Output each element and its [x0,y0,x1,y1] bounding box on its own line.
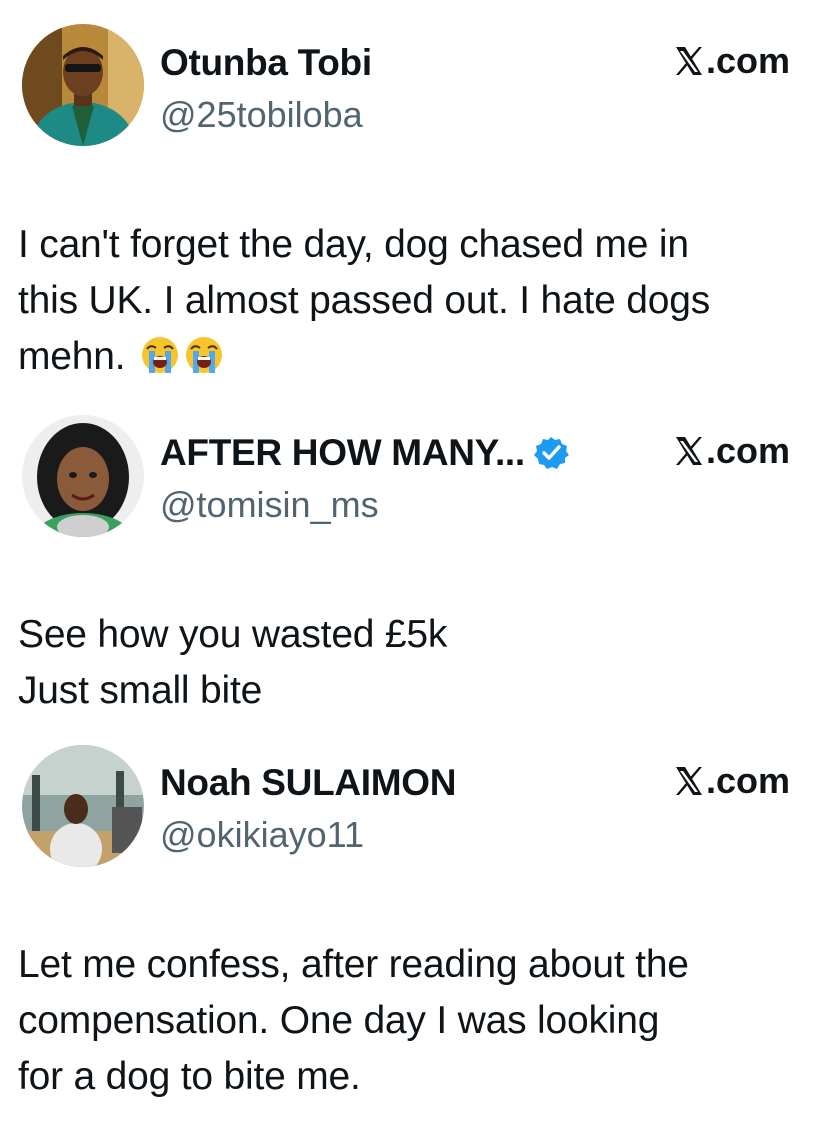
display-name[interactable]: Otunba Tobi [160,42,372,84]
post-text-line: this UK. I almost passed out. I hate dog… [18,279,711,322]
post-text: Let me confess, after reading about the … [18,937,818,1105]
source-label[interactable]: .com [674,760,790,802]
loudly-crying-face-icon [140,335,180,375]
handle[interactable]: @tomisin_ms [160,484,379,526]
x-logo-icon [674,765,704,797]
avatar[interactable] [22,745,144,867]
name-row: AFTER HOW MANY... [160,428,569,478]
handle[interactable]: @25tobiloba [160,94,363,136]
post-2: AFTER HOW MANY... @tomisin_ms .com See h… [0,400,826,730]
post-3: Noah SULAIMON @okikiayo11 .com Let me co… [0,730,826,1144]
source-text: .com [705,760,790,801]
display-name[interactable]: AFTER HOW MANY... [160,432,525,474]
name-row: Otunba Tobi [160,38,372,88]
post-text-line: Just small bite [18,669,263,712]
post-text-line: I can't forget the day, dog chased me in [18,223,689,266]
post-text: I can't forget the day, dog chased me in… [18,217,818,385]
x-logo-icon [674,45,704,77]
post-text-line: See how you wasted £5k [18,613,448,656]
post-text-line: compensation. One day I was looking [18,999,660,1042]
verified-badge-icon [533,435,569,471]
avatar[interactable] [22,24,144,146]
post-text-line: mehn. [18,335,126,378]
source-text: .com [705,40,790,81]
avatar[interactable] [22,415,144,537]
x-logo-icon [674,435,704,467]
loudly-crying-face-icon [184,335,224,375]
source-label[interactable]: .com [674,430,790,472]
post-text: See how you wasted £5k Just small bite [18,607,818,719]
post-1: Otunba Tobi @25tobiloba .com I can't for… [0,0,826,400]
post-text-line: for a dog to bite me. [18,1055,361,1098]
source-text: .com [705,430,790,471]
post-text-line-with-emoji: mehn. [18,329,818,385]
handle[interactable]: @okikiayo11 [160,814,364,856]
name-row: Noah SULAIMON [160,758,457,808]
source-label[interactable]: .com [674,40,790,82]
post-text-line: Let me confess, after reading about the [18,943,689,986]
display-name[interactable]: Noah SULAIMON [160,762,457,804]
